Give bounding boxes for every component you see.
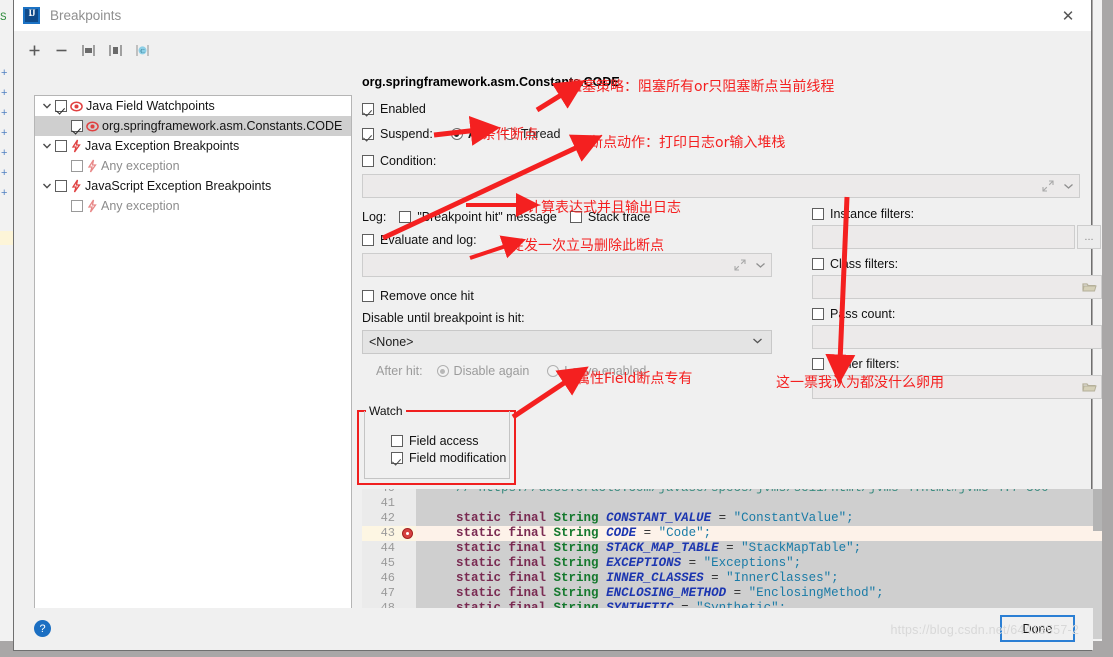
arrow-remove <box>470 245 509 258</box>
arrow-action <box>383 145 582 238</box>
arrow-field-only <box>513 379 570 417</box>
arrow-condition <box>434 130 478 135</box>
annotation-arrows <box>0 0 1113 657</box>
arrow-filters <box>840 197 847 362</box>
arrow-suspend <box>537 92 566 110</box>
